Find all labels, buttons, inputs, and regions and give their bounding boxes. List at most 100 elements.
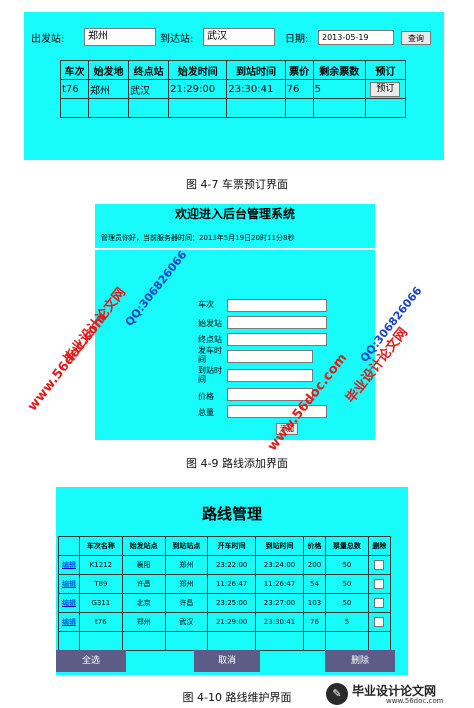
logo-icon: ✎ [326,683,348,705]
cell-from: 郑州 [121,612,166,632]
cell-arr: 11:26:47 [255,574,304,594]
cell-arr: 23:30:41 [255,612,304,632]
date-input[interactable]: 2013-05-19 [318,30,394,45]
cell-dep: 21:29:00 [207,612,257,632]
cell-depart-time: 21:29:00 [168,79,228,99]
header-terminal: 终点站 [128,60,170,80]
table-row: 编辑 t76 郑州 武汉 21:29:00 23:30:41 76 5 [58,612,392,632]
route-manage-title: 路线管理 [201,505,262,523]
header-arrive-time: 到站时间 [255,536,304,556]
cell-from: 许昌 [121,574,166,594]
cell-origin: 郑州 [87,79,130,99]
depart-label: 出发站: [31,34,65,45]
edit-link[interactable]: 编辑 [62,580,76,588]
depart-input[interactable]: 郑州 [84,28,156,46]
edit-link[interactable]: 编辑 [62,561,76,569]
delete-checkbox[interactable] [374,598,385,608]
cell-arr: 23:24:00 [255,555,304,575]
cell-total: 50 [325,574,369,594]
cell-price: 103 [302,593,327,613]
table-row: t76 郑州 武汉 21:29:00 23:30:41 76 5 预订 [60,79,407,99]
header-from-station: 始发站点 [121,536,166,556]
cell-price: 200 [302,555,327,575]
ticket-results-table: 车次 始发地 终点站 始发时间 到站时间 票价 剩余票数 预订 t76 郑州 武… [60,60,407,118]
header-book: 预订 [364,60,407,80]
cell-to: 郑州 [164,555,209,575]
cell-remaining: 5 [312,79,366,99]
arrive-time-input[interactable] [227,369,313,382]
header-to-station: 到站站点 [164,536,209,556]
arrive-label: 到达站: [160,34,194,45]
arrive-input[interactable]: 武汉 [203,28,275,46]
date-label: 日期: [285,34,309,45]
cell-to: 武汉 [164,612,209,632]
cell-total: 50 [325,593,369,613]
cell-price: 54 [302,574,327,594]
field-label-total: 总量 [198,408,214,417]
cell-train: T89 [79,574,123,594]
figure-caption-4-7: 图 4-7 车票预订界面 [186,178,288,191]
logo-url: www.56doc.com [386,697,444,705]
table-row: 编辑 T89 许昌 郑州 11:26:47 11:26:47 54 50 [58,574,392,594]
field-label-origin: 始发站 [198,319,222,328]
header-arrive-time: 到站时间 [226,60,286,80]
header-total-tickets: 票量总数 [325,536,369,556]
cell-dep: 23:25:00 [207,593,257,613]
cell-to: 郑州 [164,574,209,594]
field-label-arrive-time: 到站时间 [198,366,222,384]
header-edit [58,536,80,556]
figure-caption-4-9: 图 4-9 路线添加界面 [186,457,288,470]
delete-checkbox[interactable] [374,617,385,627]
cell-price: 76 [302,612,327,632]
depart-time-input[interactable] [227,350,313,363]
table-header-row: 车次 始发地 终点站 始发时间 到站时间 票价 剩余票数 预订 [60,60,407,80]
cell-total: 5 [325,612,369,632]
cancel-button[interactable]: 取消 [194,650,260,672]
cell-dep: 11:26:47 [207,574,257,594]
header-price: 票价 [284,60,314,80]
field-label-price: 价格 [198,392,214,401]
header-depart-time: 始发时间 [168,60,228,80]
cell-train: t76 [79,612,123,632]
book-button[interactable]: 预订 [370,81,401,97]
route-table: 车次名称 始发站点 到站站点 开车时间 到站时间 价格 票量总数 删除 编辑 K… [58,536,392,651]
header-delete: 删除 [367,536,392,556]
cell-from: 襄阳 [121,555,166,575]
train-input[interactable] [227,299,327,312]
delete-checkbox[interactable] [374,579,385,589]
field-label-terminal: 终点站 [198,335,222,344]
server-time-info: 管理员你好，当前服务器时间：2013年5月19日20时11分8秒 [101,234,295,242]
header-price: 价格 [302,536,327,556]
delete-button[interactable]: 删除 [325,650,395,672]
origin-input[interactable] [227,316,327,329]
cell-dep: 23:22:00 [207,555,257,575]
site-logo: ✎ 毕业设计论文网 www.56doc.com [326,681,472,707]
edit-link[interactable]: 编辑 [62,599,76,607]
cell-arrive-time: 23:30:41 [226,79,286,99]
cell-train: t76 [60,79,89,99]
field-label-depart-time: 发车时间 [198,346,222,364]
table-row: 编辑 K1212 襄阳 郑州 23:22:00 23:24:00 200 50 [58,555,392,575]
cell-arr: 23:27:00 [255,593,304,613]
cell-book: 预订 [364,79,407,99]
header-remaining: 剩余票数 [312,60,366,80]
delete-checkbox[interactable] [374,560,385,570]
header-depart-time: 开车时间 [207,536,257,556]
query-button[interactable]: 查询 [401,31,431,45]
cell-terminal: 武汉 [128,79,170,99]
edit-link[interactable]: 编辑 [62,618,76,626]
cell-train: K1212 [79,555,123,575]
header-train: 车次 [60,60,89,80]
header-origin: 始发地 [87,60,130,80]
empty-row [60,98,407,118]
select-all-button[interactable]: 全选 [56,650,126,672]
table-row: 编辑 G311 北京 许昌 23:25:00 23:27:00 103 50 [58,593,392,613]
terminal-input[interactable] [227,333,327,346]
empty-row [58,631,392,651]
field-label-train: 车次 [198,300,214,309]
cell-train: G311 [79,593,123,613]
cell-from: 北京 [121,593,166,613]
cell-price: 76 [284,79,314,99]
cell-total: 50 [325,555,369,575]
cell-to: 许昌 [164,593,209,613]
